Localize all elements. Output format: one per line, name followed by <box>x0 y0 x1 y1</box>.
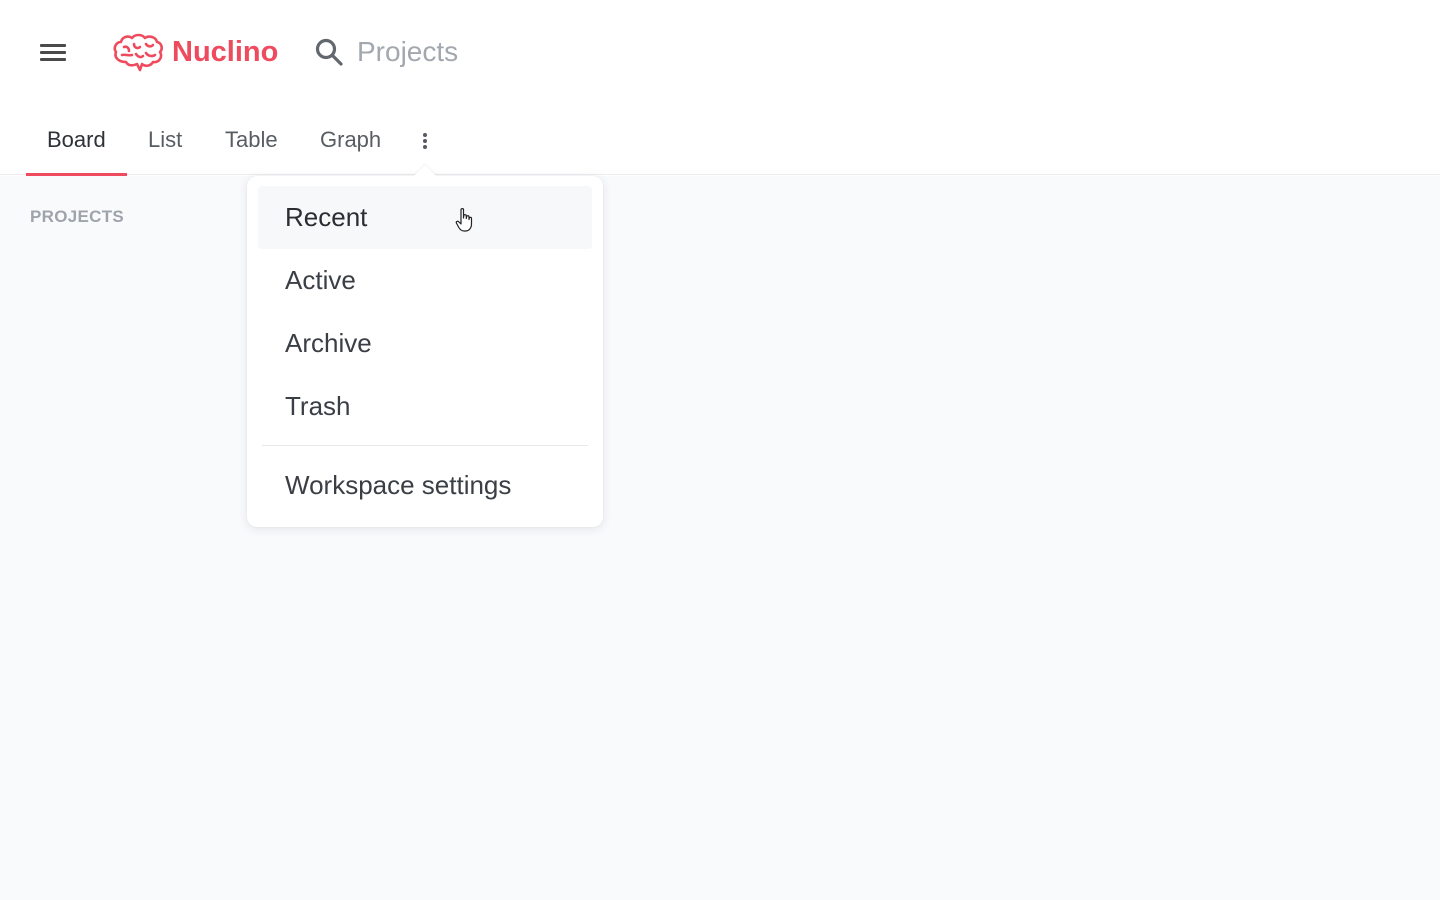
logo[interactable]: Nuclino <box>112 30 278 74</box>
menu-divider <box>262 445 588 446</box>
search-icon <box>315 38 343 66</box>
menu-item-label: Recent <box>285 202 368 232</box>
menu-item-label: Archive <box>285 328 372 358</box>
menu-item-workspace-settings[interactable]: Workspace settings <box>258 454 592 517</box>
tab-label: List <box>148 127 183 152</box>
section-label: PROJECTS <box>30 207 125 226</box>
tab-label: Graph <box>320 127 382 152</box>
hamburger-icon[interactable] <box>40 42 67 62</box>
tab-list[interactable]: List <box>148 105 182 175</box>
search-bar[interactable]: Projects <box>313 32 458 72</box>
main-area: PROJECTS <box>0 176 1440 900</box>
tab-label: Table <box>225 127 278 152</box>
menu-item-label: Workspace settings <box>285 470 512 500</box>
menu-item-label: Active <box>285 265 356 295</box>
search-label: Projects <box>357 36 459 67</box>
more-vertical-icon[interactable] <box>412 125 438 155</box>
tab-board[interactable]: Board <box>26 105 127 176</box>
tab-table[interactable]: Table <box>225 105 278 175</box>
brand-name: Nuclino <box>172 35 279 68</box>
tab-label: Board <box>47 127 106 152</box>
tab-graph[interactable]: Graph <box>320 105 381 175</box>
menu-item-recent[interactable]: Recent <box>258 186 592 249</box>
brain-icon <box>113 33 163 72</box>
menu-item-archive[interactable]: Archive <box>258 312 592 375</box>
hand-cursor-icon <box>455 208 473 232</box>
menu-item-active[interactable]: Active <box>258 249 592 312</box>
view-dropdown-menu: Recent Active Archive Trash Workspace se… <box>247 164 603 527</box>
menu-item-trash[interactable]: Trash <box>258 375 592 438</box>
menu-item-label: Trash <box>285 391 351 421</box>
top-bar: Nuclino Projects <box>0 0 1440 105</box>
view-tabs: Board List Table Graph <box>0 105 1440 176</box>
